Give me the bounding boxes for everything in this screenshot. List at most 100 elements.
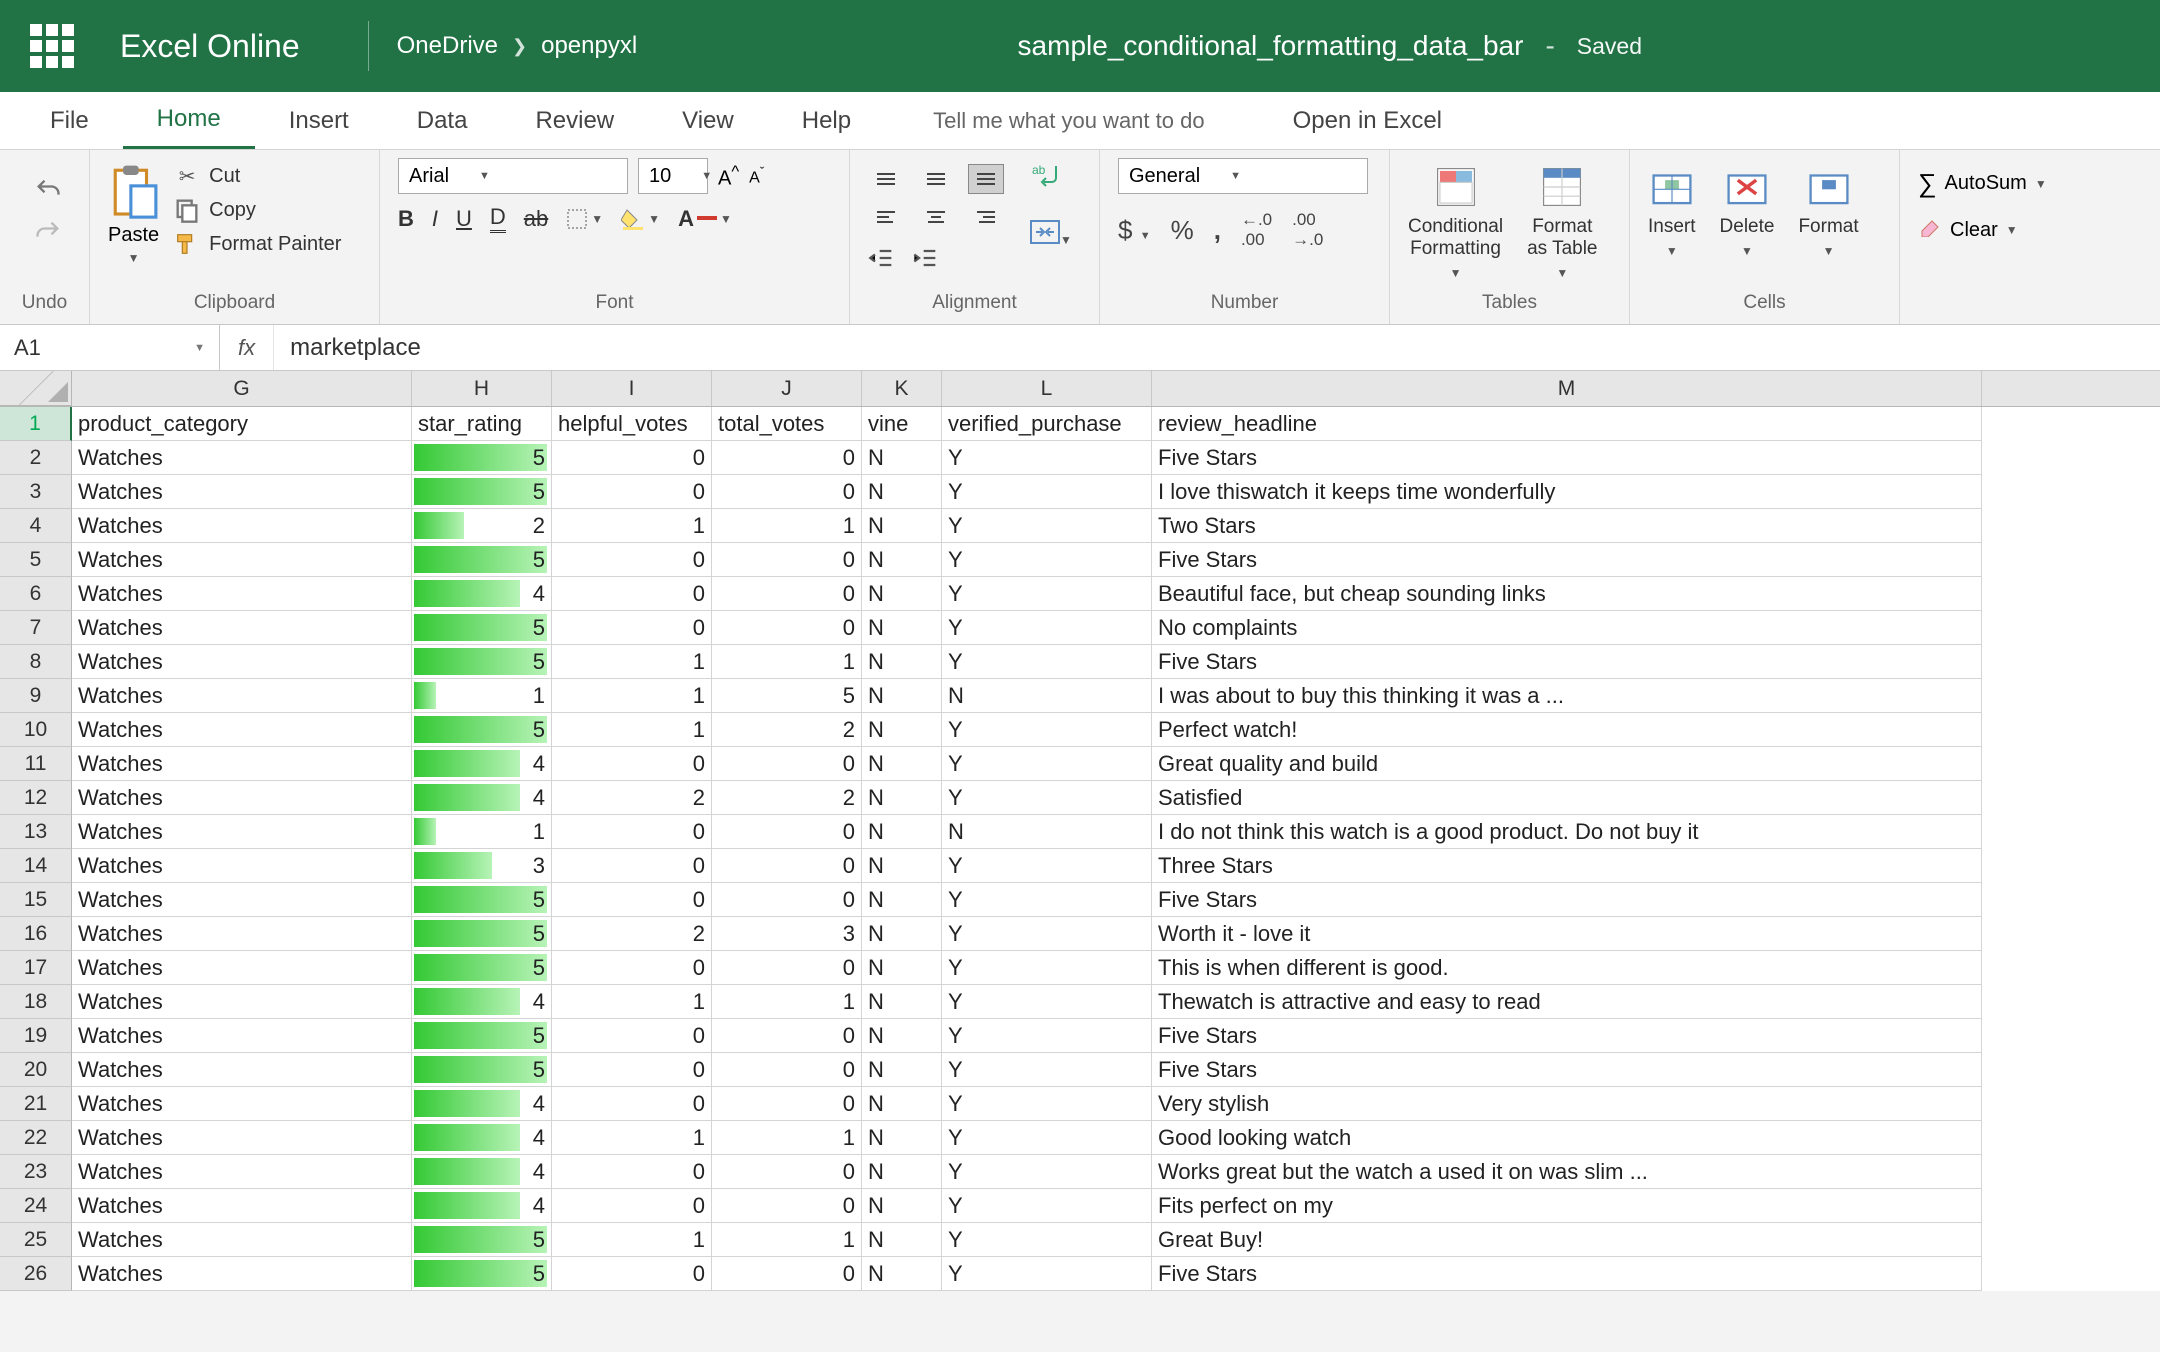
- cell[interactable]: 4: [412, 781, 552, 815]
- cell[interactable]: 4: [412, 985, 552, 1019]
- increase-indent-icon[interactable]: [912, 244, 940, 272]
- cell[interactable]: 5: [712, 679, 862, 713]
- tell-me-search[interactable]: Tell me what you want to do: [885, 92, 1252, 149]
- column-header-K[interactable]: K: [862, 371, 942, 406]
- cell[interactable]: 0: [712, 815, 862, 849]
- cell[interactable]: Y: [942, 917, 1152, 951]
- row-header[interactable]: 15: [0, 883, 72, 917]
- cell[interactable]: 0: [552, 577, 712, 611]
- cell[interactable]: 0: [552, 1257, 712, 1291]
- row-header[interactable]: 13: [0, 815, 72, 849]
- cell[interactable]: 1: [552, 679, 712, 713]
- row-header[interactable]: 25: [0, 1223, 72, 1257]
- cell[interactable]: 0: [552, 883, 712, 917]
- cell[interactable]: Watches: [72, 679, 412, 713]
- cell[interactable]: Very stylish: [1152, 1087, 1982, 1121]
- cell[interactable]: 5: [412, 1019, 552, 1053]
- cell[interactable]: Five Stars: [1152, 441, 1982, 475]
- row-header[interactable]: 2: [0, 441, 72, 475]
- cell[interactable]: 2: [552, 917, 712, 951]
- formula-input[interactable]: marketplace: [274, 334, 2160, 362]
- cell[interactable]: Thewatch is attractive and easy to read: [1152, 985, 1982, 1019]
- column-header-H[interactable]: H: [412, 371, 552, 406]
- cell[interactable]: Y: [942, 1087, 1152, 1121]
- merge-center-button[interactable]: ▼: [1030, 220, 1072, 250]
- cell[interactable]: 0: [712, 577, 862, 611]
- row-header[interactable]: 9: [0, 679, 72, 713]
- cell[interactable]: N: [862, 713, 942, 747]
- cell[interactable]: 0: [712, 611, 862, 645]
- cell[interactable]: Five Stars: [1152, 1053, 1982, 1087]
- cell[interactable]: N: [862, 747, 942, 781]
- cell[interactable]: helpful_votes: [552, 407, 712, 441]
- cell[interactable]: 4: [412, 1155, 552, 1189]
- row-header[interactable]: 10: [0, 713, 72, 747]
- cell[interactable]: Works great but the watch a used it on w…: [1152, 1155, 1982, 1189]
- column-header-M[interactable]: M: [1152, 371, 1982, 406]
- tab-help[interactable]: Help: [768, 92, 885, 149]
- cell[interactable]: Watches: [72, 611, 412, 645]
- row-header[interactable]: 18: [0, 985, 72, 1019]
- cell[interactable]: 5: [412, 951, 552, 985]
- cell[interactable]: Watches: [72, 849, 412, 883]
- cell[interactable]: 0: [552, 1189, 712, 1223]
- font-size-select[interactable]: 10▼: [638, 158, 708, 194]
- cell[interactable]: 0: [552, 815, 712, 849]
- cell[interactable]: 0: [712, 475, 862, 509]
- cell[interactable]: I love thiswatch it keeps time wonderful…: [1152, 475, 1982, 509]
- cell[interactable]: 0: [552, 1155, 712, 1189]
- cell[interactable]: N: [862, 781, 942, 815]
- cell[interactable]: Watches: [72, 645, 412, 679]
- cell[interactable]: N: [862, 883, 942, 917]
- format-cells-button[interactable]: Format▼: [1798, 164, 1858, 258]
- cell[interactable]: 0: [552, 441, 712, 475]
- cell[interactable]: Watches: [72, 747, 412, 781]
- cell[interactable]: Watches: [72, 951, 412, 985]
- cell[interactable]: Watches: [72, 475, 412, 509]
- cell[interactable]: Five Stars: [1152, 543, 1982, 577]
- cell[interactable]: 1: [552, 645, 712, 679]
- cell[interactable]: verified_purchase: [942, 407, 1152, 441]
- cell[interactable]: N: [862, 611, 942, 645]
- cell[interactable]: Y: [942, 543, 1152, 577]
- cell[interactable]: N: [862, 951, 942, 985]
- cell[interactable]: Watches: [72, 543, 412, 577]
- cell[interactable]: Y: [942, 985, 1152, 1019]
- row-header[interactable]: 19: [0, 1019, 72, 1053]
- cell[interactable]: 0: [712, 849, 862, 883]
- number-format-select[interactable]: General▼: [1118, 158, 1368, 194]
- cell[interactable]: N: [862, 917, 942, 951]
- cell[interactable]: 1: [712, 1223, 862, 1257]
- fill-color-button[interactable]: ▼: [621, 208, 660, 230]
- row-header[interactable]: 7: [0, 611, 72, 645]
- row-header[interactable]: 22: [0, 1121, 72, 1155]
- cell[interactable]: Y: [942, 1223, 1152, 1257]
- row-header[interactable]: 6: [0, 577, 72, 611]
- cell[interactable]: review_headline: [1152, 407, 1982, 441]
- cell[interactable]: Y: [942, 849, 1152, 883]
- align-left-icon[interactable]: [868, 202, 904, 232]
- cell[interactable]: Watches: [72, 1121, 412, 1155]
- cell[interactable]: Good looking watch: [1152, 1121, 1982, 1155]
- cell[interactable]: N: [862, 543, 942, 577]
- increase-decimal-button[interactable]: ←.0.00: [1241, 210, 1272, 250]
- align-top-icon[interactable]: [868, 164, 904, 194]
- cell[interactable]: 4: [412, 1189, 552, 1223]
- cell[interactable]: Y: [942, 645, 1152, 679]
- cell[interactable]: 3: [712, 917, 862, 951]
- cell[interactable]: Five Stars: [1152, 883, 1982, 917]
- cell[interactable]: 0: [712, 883, 862, 917]
- cell[interactable]: Y: [942, 1019, 1152, 1053]
- cell[interactable]: N: [862, 985, 942, 1019]
- column-header-L[interactable]: L: [942, 371, 1152, 406]
- cell[interactable]: 1: [552, 985, 712, 1019]
- cell[interactable]: Y: [942, 577, 1152, 611]
- cell[interactable]: total_votes: [712, 407, 862, 441]
- cell[interactable]: N: [862, 441, 942, 475]
- select-all-corner[interactable]: [0, 371, 72, 406]
- cell[interactable]: Satisfied: [1152, 781, 1982, 815]
- paste-button[interactable]: Paste ▼: [108, 158, 159, 265]
- cell[interactable]: Two Stars: [1152, 509, 1982, 543]
- tab-view[interactable]: View: [648, 92, 768, 149]
- cell[interactable]: 0: [712, 951, 862, 985]
